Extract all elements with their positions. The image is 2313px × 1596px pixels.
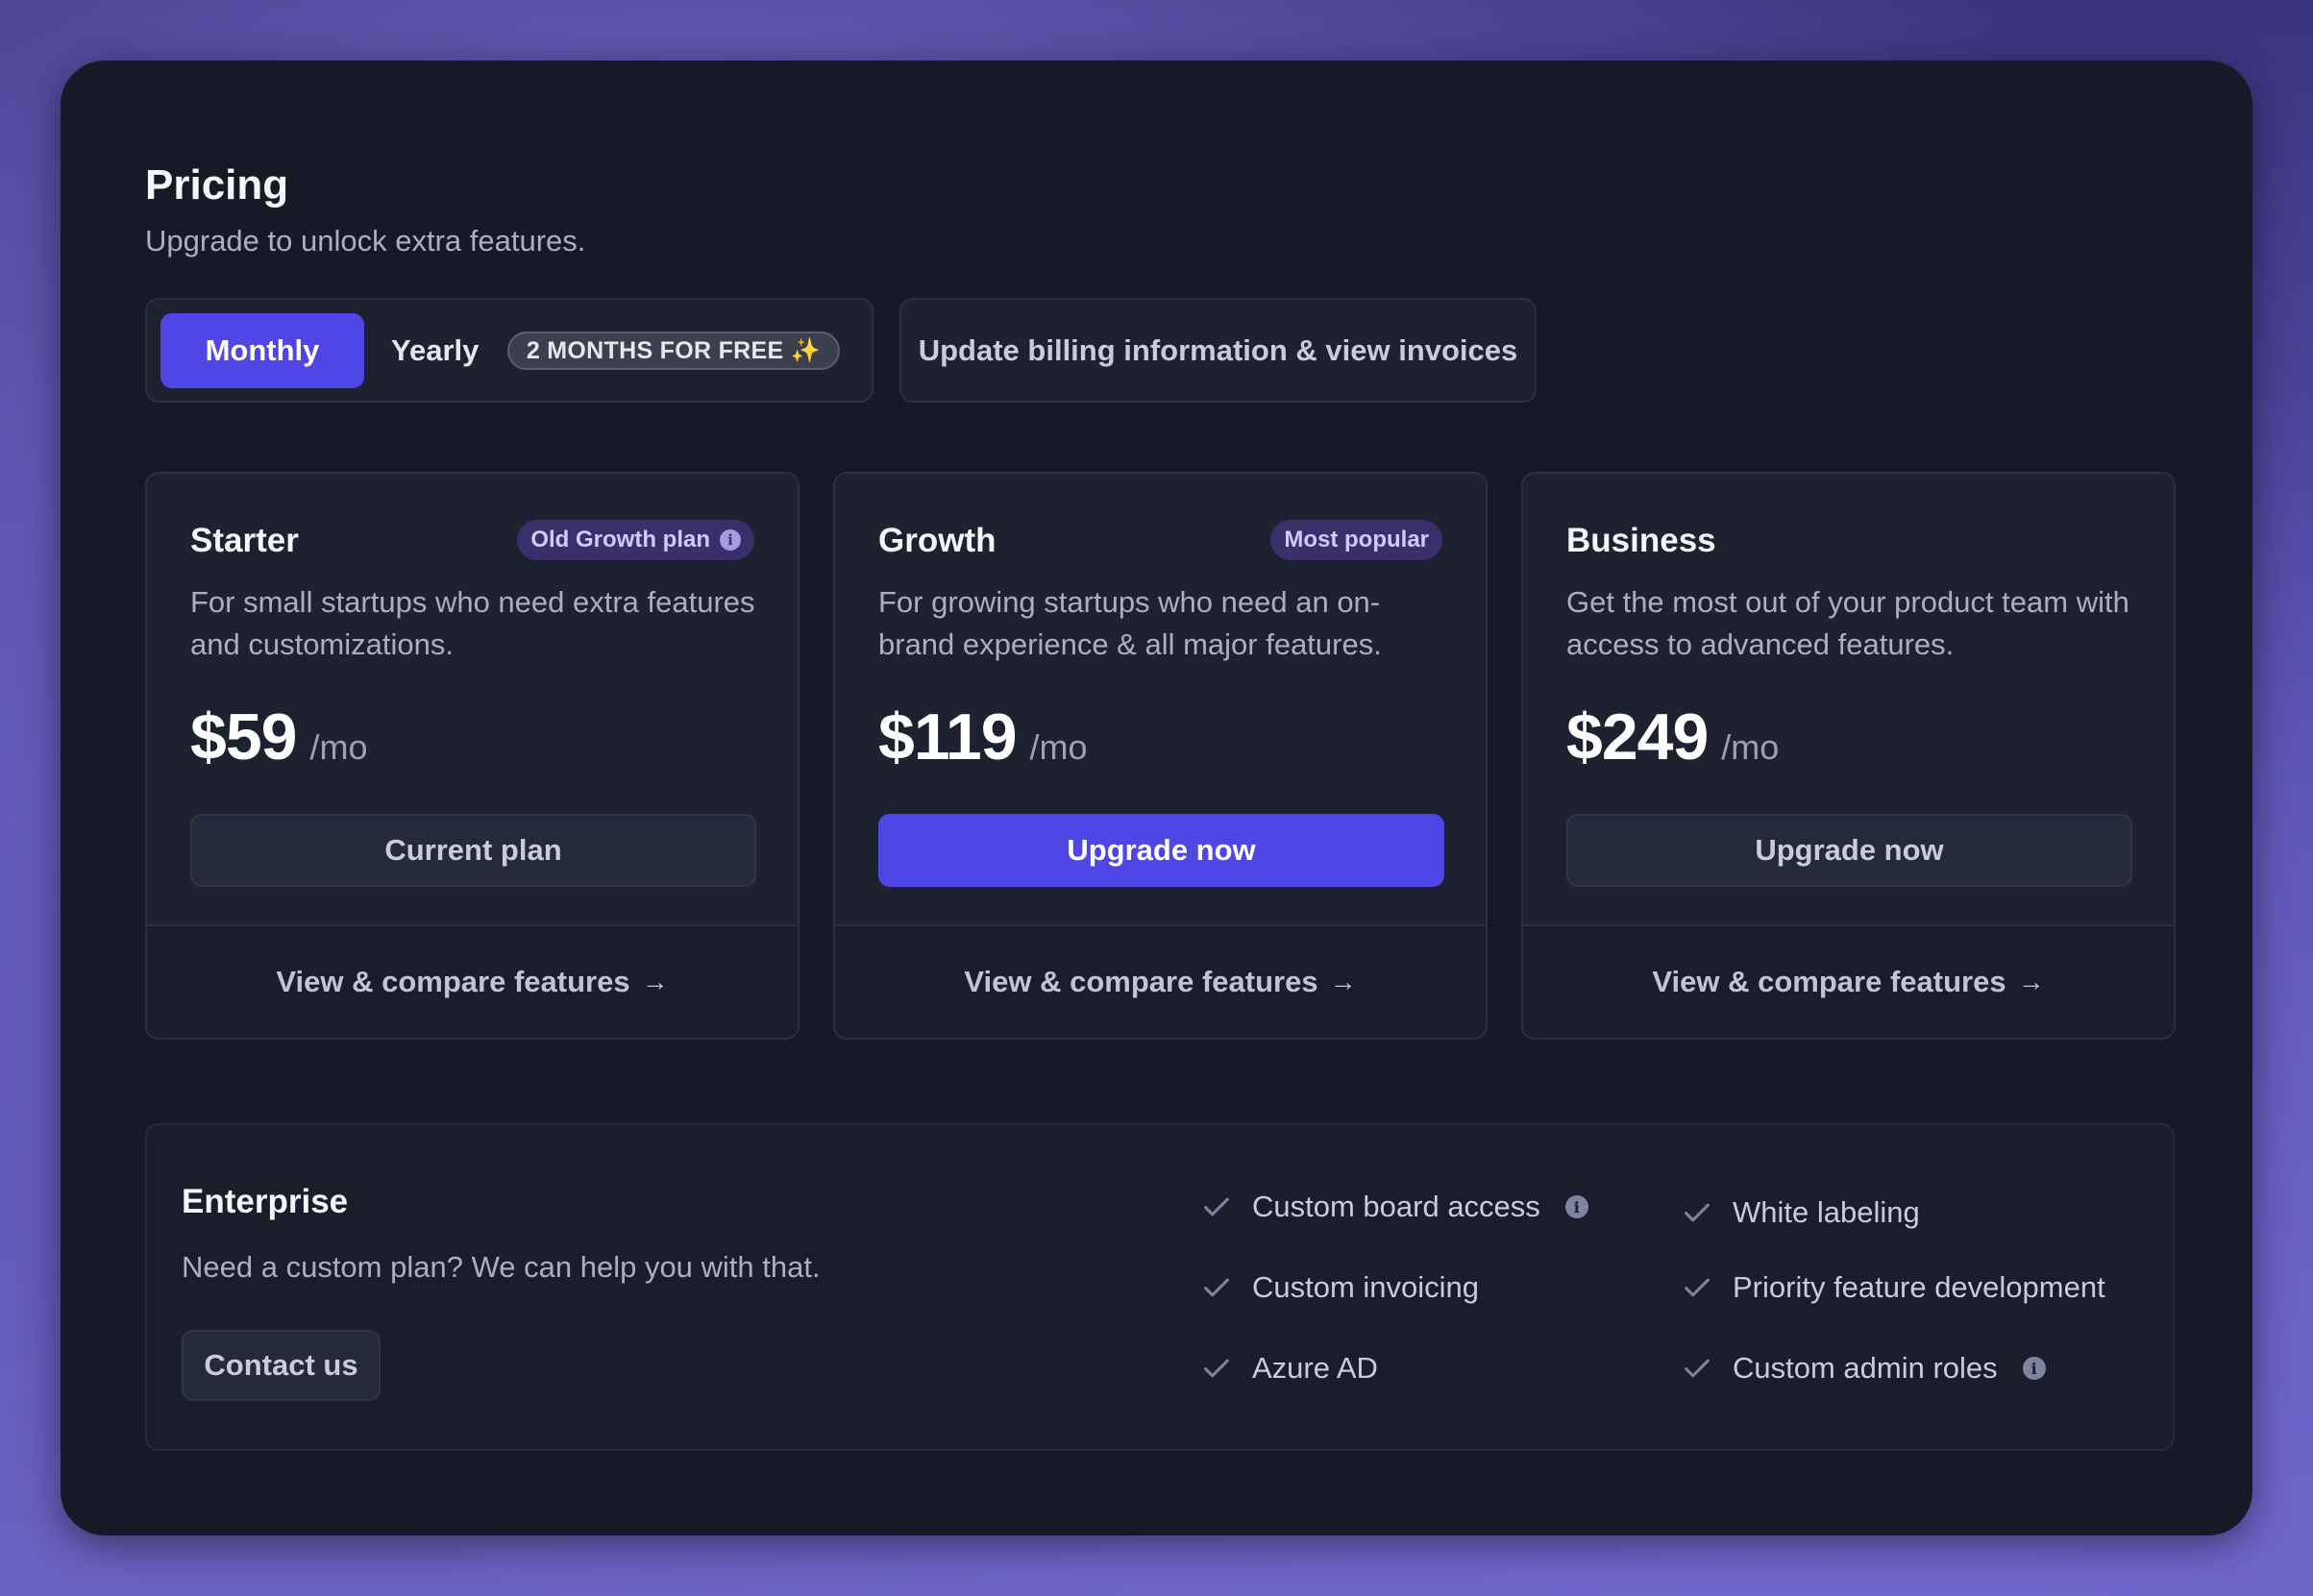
plan-price: $119 /mo [878,700,1088,774]
check-icon [1685,1278,1710,1297]
compare-features-label: View & compare features [964,965,1318,998]
plan-name: Starter [190,522,299,559]
plan-name: Business [1566,522,1716,559]
plan-badge-label: Most popular [1284,527,1429,552]
plan-card-business: Business Get the most out of your produc… [1521,472,2176,1040]
check-icon [1685,1359,1710,1378]
check-icon [1204,1359,1229,1378]
page-title: Pricing [145,161,289,209]
contact-us-button[interactable]: Contact us [182,1330,381,1401]
plan-badge: Most popular [1270,520,1442,560]
yearly-promo-badge: 2 MONTHS FOR FREE ✨ [507,331,840,370]
plan-card-footer: View & compare features → [835,924,1486,1038]
price-amount: $59 [190,700,297,773]
plan-card-growth: Growth Most popular For growing startups… [833,472,1488,1040]
feature-label: Custom board access [1252,1190,1540,1223]
info-icon[interactable]: i [1564,1195,1588,1218]
check-icon [1204,1278,1229,1297]
pricing-panel: Pricing Upgrade to unlock extra features… [61,61,2252,1535]
check-icon [1685,1203,1710,1222]
info-icon[interactable]: i [2022,1357,2046,1380]
feature-label: Priority feature development [1733,1270,2105,1304]
arrow-right-icon: → [2017,967,2045,996]
plan-badge[interactable]: Old Growth plan i [517,520,754,560]
plan-price: $59 /mo [190,700,367,774]
plan-badge-label: Old Growth plan [530,527,710,552]
feature-label: Azure AD [1252,1351,1378,1385]
feature-label: White labeling [1733,1195,1920,1229]
enterprise-title: Enterprise [182,1183,349,1220]
plan-name: Growth [878,522,997,559]
page-subtitle: Upgrade to unlock extra features. [145,224,586,258]
price-period: /mo [1721,727,1780,767]
current-plan-button[interactable]: Current plan [190,814,756,887]
compare-features-link[interactable]: View & compare features → [276,965,668,999]
feature-label: Custom admin roles [1733,1351,1998,1385]
arrow-right-icon: → [1329,967,1357,996]
feature-item: White labeling [1681,1191,1920,1234]
info-icon[interactable]: i [720,529,741,551]
upgrade-now-button[interactable]: Upgrade now [878,814,1444,887]
compare-features-label: View & compare features [276,965,630,998]
yearly-toggle-button[interactable]: Yearly [391,313,479,388]
price-amount: $119 [878,700,1018,773]
feature-item: Custom admin roles i [1681,1347,2046,1389]
compare-features-link[interactable]: View & compare features → [1652,965,2044,999]
plan-card-starter: Starter Old Growth plan i For small star… [145,472,800,1040]
enterprise-section: Enterprise Need a custom plan? We can he… [145,1123,2175,1451]
feature-item: Azure AD [1200,1347,1378,1389]
plan-price: $249 /mo [1566,700,1779,774]
feature-item: Custom board access i [1200,1186,1588,1228]
billing-info-button[interactable]: Update billing information & view invoic… [899,298,1537,403]
monthly-toggle-button[interactable]: Monthly [160,313,364,388]
compare-features-link[interactable]: View & compare features → [964,965,1356,999]
feature-item: Custom invoicing [1200,1266,1479,1309]
price-period: /mo [1029,727,1088,767]
enterprise-description: Need a custom plan? We can help you with… [182,1250,821,1284]
upgrade-now-button[interactable]: Upgrade now [1566,814,2132,887]
billing-period-toggle: Monthly Yearly 2 MONTHS FOR FREE ✨ [145,298,874,403]
price-period: /mo [309,727,368,767]
compare-features-label: View & compare features [1652,965,2006,998]
plan-card-footer: View & compare features → [1523,924,2174,1038]
feature-label: Custom invoicing [1252,1270,1480,1304]
check-icon [1204,1197,1229,1216]
plan-description: For small startups who need extra featur… [190,585,755,661]
plan-description: Get the most out of your product team wi… [1566,585,2129,661]
price-amount: $249 [1566,700,1709,773]
plan-description: For growing startups who need an on-bran… [878,585,1382,661]
plan-card-footer: View & compare features → [147,924,798,1038]
feature-item: Priority feature development [1681,1266,2105,1309]
arrow-right-icon: → [641,967,669,996]
